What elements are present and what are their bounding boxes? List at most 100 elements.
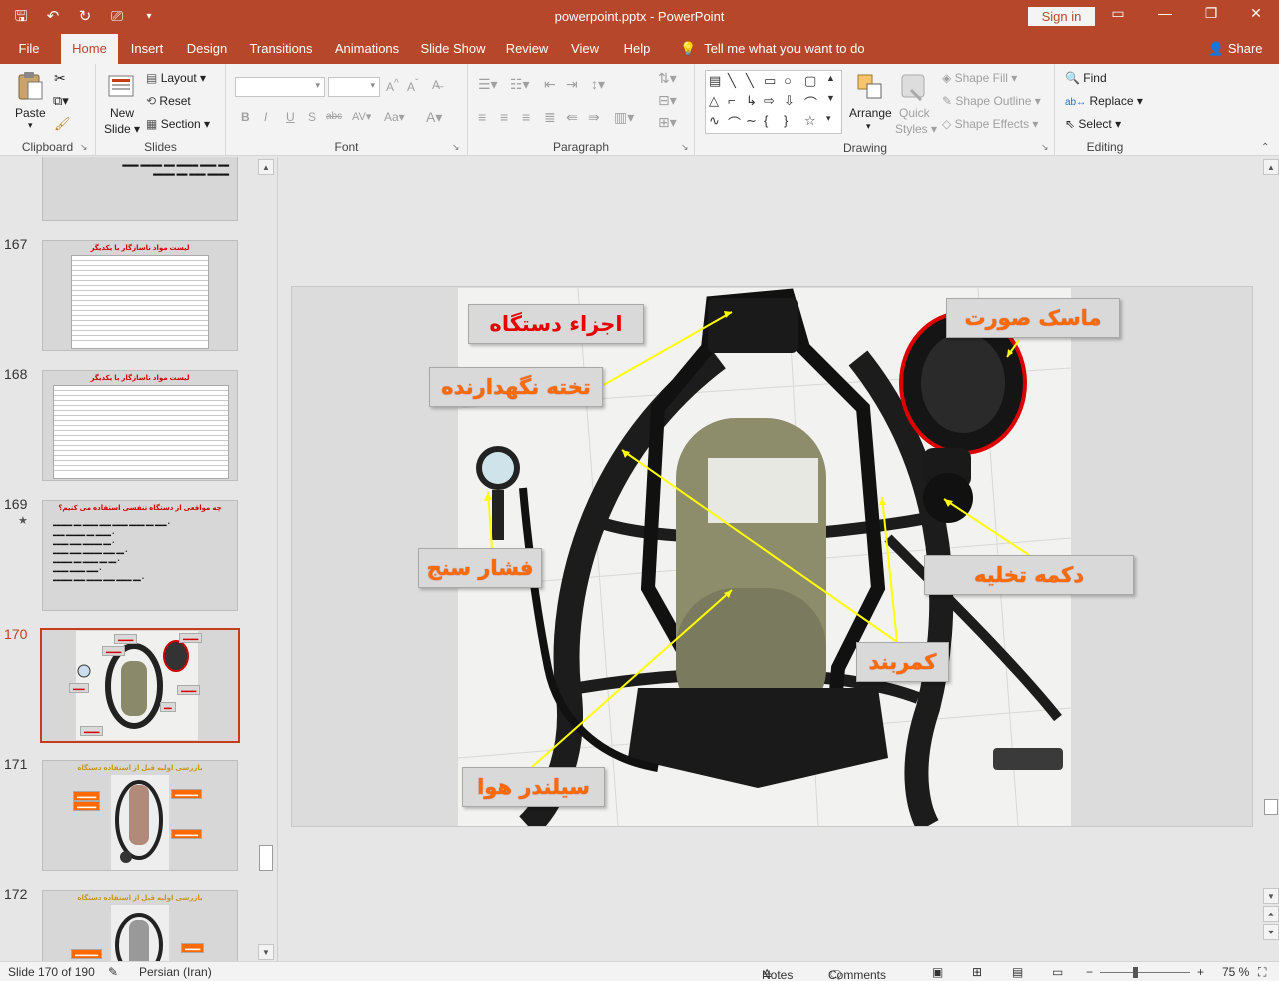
decrease-font-icon[interactable]: Aˇ [407,78,418,94]
curve-shape-icon[interactable]: ∿ [709,113,720,129]
previous-slide-icon[interactable]: ⏶ [1263,906,1279,922]
maximize-icon[interactable]: ❐ [1199,5,1223,22]
zoom-slider-knob[interactable] [1133,967,1138,978]
fit-to-window-icon[interactable]: ⛶ [1258,965,1266,980]
label-air-cylinder[interactable]: سیلندر هوا [462,767,605,807]
label-pressure-gauge[interactable]: فشار سنج [418,548,542,588]
wave-shape-icon[interactable]: ∼ [746,113,757,129]
align-text-icon[interactable]: ⊟▾ [658,92,677,109]
replace-button[interactable]: ab↔ Replace ▾ [1065,94,1143,108]
clear-formatting-icon[interactable]: A̶ [432,78,440,92]
reset-button[interactable]: ⟲ Reset [146,94,191,108]
clipboard-launcher-icon[interactable]: ↘ [80,142,88,153]
slide-thumbnail-168[interactable]: لیست مواد ناسازگار با یکدیگر [42,370,238,481]
arc-shape-icon[interactable]: ⌒ [728,113,741,132]
thumbnail-scrollbar[interactable]: ▲ ▼ [258,157,274,961]
label-purge-button[interactable]: دکمه تخلیه [924,555,1134,595]
rounded-rect-shape-icon[interactable]: ▢ [804,73,816,89]
underline-icon[interactable]: U [286,110,295,124]
new-slide-dropdown[interactable]: Slide ▾ [104,122,140,136]
quick-styles-dropdown[interactable]: Styles ▾ [895,122,937,136]
increase-font-icon[interactable]: A^ [386,78,399,94]
columns-icon[interactable]: ▥▾ [614,109,634,126]
tab-view[interactable]: View [565,34,605,64]
rtl-icon[interactable]: ⇚ [566,109,578,126]
text-direction-icon[interactable]: ⇅▾ [658,70,677,87]
change-case-icon[interactable]: Aa▾ [384,110,405,124]
label-face-mask[interactable]: ماسک صورت [946,298,1120,338]
elbow-connector-icon[interactable]: ⌐ [728,93,736,108]
tab-slide-show[interactable]: Slide Show [417,34,489,64]
oval-shape-icon[interactable]: ○ [784,73,792,88]
line-shape-icon[interactable]: ╲ [728,73,736,89]
label-harness[interactable]: تخته نگهدارنده [429,367,603,407]
zoom-level[interactable]: 75 % [1222,965,1249,979]
shapes-more-icon[interactable]: ▾ [826,113,831,124]
character-spacing-icon[interactable]: AV▾ [352,110,371,123]
tab-insert[interactable]: Insert [124,34,170,64]
drawing-launcher-icon[interactable]: ↘ [1041,142,1049,153]
decrease-indent-icon[interactable]: ⇤ [544,76,556,93]
new-slide-button[interactable]: New [110,106,134,120]
font-size-combo[interactable]: ▾ [328,77,380,97]
tab-file[interactable]: File [8,34,50,64]
paste-button[interactable]: Paste [15,106,46,120]
select-button[interactable]: ⇖ Select ▾ [1065,117,1121,131]
slide-scroll-thumb[interactable] [1264,799,1278,815]
rectangle-shape-icon[interactable]: ▭ [764,73,776,89]
tab-review[interactable]: Review [501,34,553,64]
left-brace-shape-icon[interactable]: { [764,113,768,128]
triangle-shape-icon[interactable]: △ [709,93,719,109]
justify-icon[interactable]: ≣ [544,109,556,126]
cut-icon[interactable]: ✂ [54,70,66,87]
slide-thumbnail-169[interactable]: چه مواقعی از دستگاه تنفسی استفاده می کنی… [42,500,238,611]
shapes-gallery[interactable]: ▤ ╲ ╲ ▭ ○ ▢ △ ⌐ ↳ ⇨ ⇩ ⌒ ∿ ⌒ ∼ { } ☆ ▲ ▼ … [705,70,842,134]
bold-icon[interactable]: B [241,110,250,124]
shape-effects-button[interactable]: ◇ Shape Effects ▾ [942,117,1038,131]
tab-home[interactable]: Home [61,34,118,64]
next-slide-icon[interactable]: ⏷ [1263,924,1279,940]
shape-fill-button[interactable]: ◈ Shape Fill ▾ [942,71,1017,85]
right-brace-shape-icon[interactable]: } [784,113,788,128]
align-right-icon[interactable]: ≡ [522,109,530,125]
elbow-arrow-icon[interactable]: ↳ [746,93,757,109]
quick-styles-button[interactable]: Quick [899,106,930,120]
paragraph-launcher-icon[interactable]: ↘ [681,142,689,153]
textbox-shape-icon[interactable]: ▤ [709,73,721,89]
italic-icon[interactable]: I [264,110,267,124]
shadow-icon[interactable]: S [308,110,316,124]
slide-thumbnail-172[interactable]: بازرسی اولیه قبل از استفاده دستگاه ▂▂▂▂▂… [42,890,238,961]
scroll-down-icon[interactable]: ▼ [258,944,274,960]
scroll-down-icon[interactable]: ▼ [1263,888,1279,904]
ribbon-display-options-icon[interactable]: ▭ [1106,5,1130,22]
slide-thumbnail-171[interactable]: بازرسی اولیه قبل از استفاده دستگاه ▂▂▂▂▂… [42,760,238,871]
slide-thumbnail-166[interactable]: ▂▂▂ ▂▂▂▂ ▂▂ ▂▂▂▂ ▂▂▂ ▂▂ ▂▂▂▂ ▂▂ ▂▂▂ ▂▂▂▂ [42,157,238,221]
numbering-icon[interactable]: ☷▾ [510,76,530,93]
zoom-out-icon[interactable]: − [1086,965,1093,979]
find-button[interactable]: 🔍 Find [1065,71,1107,85]
collapse-ribbon-icon[interactable]: ⌃ [1261,142,1269,153]
increase-indent-icon[interactable]: ⇥ [566,76,578,93]
font-color-icon[interactable]: A▾ [426,109,442,126]
tell-me-search[interactable]: 💡 Tell me what you want to do [680,34,865,64]
sign-in-button[interactable]: Sign in [1028,7,1095,26]
align-center-icon[interactable]: ≡ [500,109,508,125]
zoom-in-icon[interactable]: + [1197,965,1204,979]
layout-button[interactable]: ▤ Layout ▾ [146,71,206,85]
smartart-icon[interactable]: ⊞▾ [658,114,677,131]
label-belt[interactable]: کمربند [856,642,949,682]
slide-thumbnail-167[interactable]: لیست مواد ناسازگار با یکدیگر [42,240,238,351]
tab-design[interactable]: Design [180,34,234,64]
slide-scrollbar[interactable]: ▲ ▼ ⏶ ⏷ [1263,157,1279,961]
close-icon[interactable]: ✕ [1244,5,1268,22]
star-shape-icon[interactable]: ☆ [804,113,816,129]
slide-thumbnail-170[interactable]: ▂▂▂▂ ▂▂▂▂ ▂▂▂▂ ▂▂▂ ▂▂▂▂ ▂▂ ▂▂▂▂ [40,628,240,743]
zoom-slider[interactable] [1100,972,1190,973]
scroll-up-icon[interactable]: ▲ [1263,159,1279,175]
arrange-dropdown-icon[interactable]: ▾ [866,121,871,132]
shape-outline-button[interactable]: ✎ Shape Outline ▾ [942,94,1041,108]
font-launcher-icon[interactable]: ↘ [452,142,460,153]
paste-dropdown-icon[interactable]: ▾ [28,120,33,131]
section-button[interactable]: ▦ Section ▾ [146,117,210,131]
slide-show-icon[interactable]: ▭ [1052,965,1063,979]
